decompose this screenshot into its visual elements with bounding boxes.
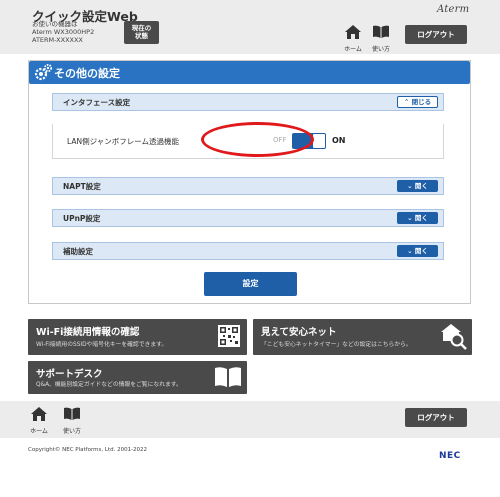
switch-on-label: ON (332, 136, 346, 145)
open-label: 開く (414, 247, 428, 255)
napt-open-button[interactable]: ⌄ 開く (397, 180, 438, 192)
footer-home-nav[interactable]: ホーム (26, 406, 52, 435)
switch-knob[interactable] (313, 134, 325, 148)
chevron-down-icon: ⌄ (407, 214, 413, 222)
home-icon (31, 407, 47, 421)
section-label: NAPT設定 (63, 182, 101, 191)
section-label: 補助設定 (63, 247, 93, 256)
wifi-banner-title: Wi-Fi接続用情報の確認 (36, 327, 140, 338)
safety-banner-title: 見えて安心ネット (261, 327, 337, 338)
wifi-info-banner[interactable]: Wi-Fi接続用情報の確認 Wi-Fi接続用のSSIDや暗号化キーを確認できます… (28, 319, 247, 355)
house-magnifier-icon (441, 324, 467, 350)
book-icon (64, 407, 80, 420)
home-nav[interactable]: ホーム (340, 24, 366, 53)
gear-icon (34, 63, 53, 81)
panel-header: その他の設定 (29, 61, 470, 84)
device-info: お使いの機器は Aterm WX3000HP2 ATERM-XXXXXX (32, 20, 94, 45)
upnp-open-button[interactable]: ⌄ 開く (397, 212, 438, 224)
status-button-line1: 現在の (131, 24, 152, 32)
device-model: Aterm WX3000HP2 (32, 28, 95, 37)
book-icon (373, 25, 389, 38)
section-napt: NAPT設定 ⌄ 開く (52, 177, 444, 195)
home-icon (345, 25, 361, 39)
section-label: インタフェース設定 (63, 98, 131, 107)
chevron-up-icon: ⌃ (403, 98, 410, 106)
manual-nav[interactable]: 使い方 (368, 24, 394, 53)
open-label: 開く (414, 214, 428, 222)
home-label: ホーム (30, 428, 48, 435)
section-auxiliary: 補助設定 ⌄ 開く (52, 242, 444, 260)
section-upnp: UPnP設定 ⌄ 開く (52, 209, 444, 227)
support-banner-title: サポートデスク (36, 369, 103, 380)
status-button-line2: 状態 (135, 32, 148, 40)
section-label: UPnP設定 (63, 214, 101, 223)
jumbo-frame-label: LAN側ジャンボフレーム透過機能 (67, 137, 179, 146)
footer-bar: ホーム 使い方 ログアウト (0, 401, 500, 438)
device-info-line: お使いの機器は (32, 20, 78, 28)
support-banner-desc: Q&A、機能別設定ガイドなどの情報をご覧になれます。 (36, 382, 182, 388)
chevron-down-icon: ⌄ (407, 247, 413, 255)
qr-code-icon (218, 325, 240, 347)
copyright: Copyright© NEC Platforms, Ltd. 2001-2022 (28, 447, 148, 453)
footer-logout-button[interactable]: ログアウト (405, 408, 467, 427)
support-desk-banner[interactable]: サポートデスク Q&A、機能別設定ガイドなどの情報をご覧になれます。 (28, 361, 247, 394)
auxiliary-open-button[interactable]: ⌄ 開く (397, 245, 438, 257)
open-label: 開く (414, 182, 428, 190)
section-interface: インタフェース設定 ⌃ 閉じる (52, 93, 444, 111)
manual-label: 使い方 (371, 46, 390, 53)
aterm-logo: Aterm (437, 4, 470, 15)
chevron-down-icon: ⌄ (407, 182, 413, 190)
current-status-button[interactable]: 現在の 状態 (124, 21, 159, 44)
home-label: ホーム (344, 46, 362, 53)
panel-title: その他の設定 (54, 67, 120, 80)
nec-logo: NEC (439, 451, 461, 461)
manual-label: 使い方 (62, 428, 81, 435)
interface-close-button[interactable]: ⌃ 閉じる (397, 96, 438, 108)
device-name: ATERM-XXXXXX (32, 36, 83, 45)
book-icon (215, 367, 241, 387)
footer-manual-nav[interactable]: 使い方 (59, 406, 85, 435)
highlight-circle (201, 122, 314, 157)
header-bar: クイック設定Web お使いの機器は Aterm WX3000HP2 ATERM-… (0, 0, 500, 54)
logout-button[interactable]: ログアウト (405, 25, 467, 44)
safety-banner-desc: 「こども安心ネットタイマー」などの設定はこちらから。 (261, 342, 412, 348)
wifi-banner-desc: Wi-Fi接続用のSSIDや暗号化キーを確認できます。 (36, 342, 168, 348)
submit-button[interactable]: 設定 (204, 272, 297, 296)
close-label: 閉じる (411, 98, 432, 106)
safety-net-banner[interactable]: 見えて安心ネット 「こども安心ネットタイマー」などの設定はこちらから。 (253, 319, 472, 355)
